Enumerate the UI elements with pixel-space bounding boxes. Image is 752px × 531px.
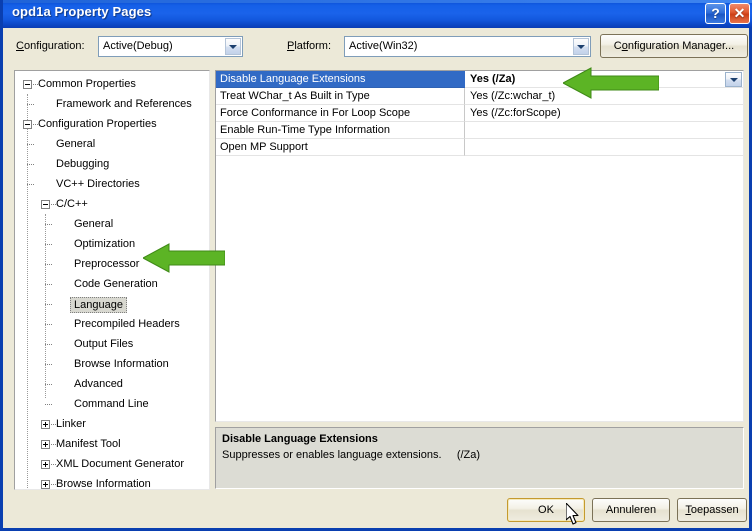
description-title: Disable Language Extensions: [222, 433, 378, 445]
tree-item-code-generation[interactable]: Code Generation: [74, 276, 158, 292]
property-name: Force Conformance in For Loop Scope: [216, 105, 465, 122]
tree-item-command-line[interactable]: Command Line: [74, 396, 149, 412]
tree-connector: [45, 284, 52, 286]
tree-item-preprocessor[interactable]: Preprocessor: [74, 256, 139, 272]
configuration-value: Active(Debug): [103, 40, 173, 52]
close-icon[interactable]: ✕: [729, 3, 750, 24]
tree-connector: [27, 164, 34, 166]
tree-connector: [45, 224, 52, 226]
tree-collapse-icon[interactable]: [23, 80, 32, 89]
tree-item-linker[interactable]: Linker: [56, 416, 86, 432]
tree-connector: [27, 104, 34, 106]
tree-item-optimization[interactable]: Optimization: [74, 236, 135, 252]
ok-button[interactable]: OK: [507, 498, 585, 522]
tree-item-language[interactable]: Language: [70, 297, 127, 313]
property-row[interactable]: Force Conformance in For Loop ScopeYes (…: [216, 105, 743, 122]
property-value[interactable]: Yes (/Zc:forScope): [465, 105, 743, 122]
tree-item-common-properties[interactable]: Common Properties: [38, 76, 136, 92]
tree-connector: [27, 94, 29, 490]
property-value[interactable]: Yes (/Zc:wchar_t): [465, 88, 743, 105]
tree-expand-icon[interactable]: [41, 420, 50, 429]
property-grid[interactable]: Open MP SupportEnable Run-Time Type Info…: [215, 70, 744, 422]
property-name: Treat WChar_t As Built in Type: [216, 88, 465, 105]
tree-item-advanced[interactable]: Advanced: [74, 376, 123, 392]
configuration-manager-button[interactable]: Configuration Manager...: [600, 34, 748, 58]
configuration-label: Configuration:: [16, 40, 85, 52]
tree-item-precompiled-headers[interactable]: Precompiled Headers: [74, 316, 180, 332]
tree-item-vc-directories[interactable]: VC++ Directories: [56, 176, 140, 192]
tree-connector: [45, 364, 52, 366]
properties-tree[interactable]: Common Properties Framework and Reference…: [14, 70, 210, 490]
property-row[interactable]: Enable Run-Time Type Information: [216, 122, 743, 139]
chevron-down-icon[interactable]: [225, 38, 241, 55]
property-pages-dialog: opd1a Property Pages ? ✕ Configuration: …: [0, 0, 752, 531]
property-name: Disable Language Extensions: [216, 71, 465, 88]
tree-item-framework-and-references[interactable]: Framework and References: [56, 96, 192, 112]
property-value[interactable]: [465, 122, 743, 139]
tree-collapse-icon[interactable]: [23, 120, 32, 129]
configuration-select[interactable]: Active(Debug): [98, 36, 243, 57]
configuration-toolbar: Configuration: Active(Debug) Platform: A…: [6, 28, 752, 64]
tree-connector: [45, 264, 52, 266]
tree-item-browse-information[interactable]: Browse Information: [56, 476, 151, 490]
platform-select[interactable]: Active(Win32): [344, 36, 591, 57]
tree-expand-icon[interactable]: [41, 440, 50, 449]
tree-item-output-files[interactable]: Output Files: [74, 336, 133, 352]
tree-connector: [45, 214, 47, 398]
tree-item-general[interactable]: General: [56, 136, 95, 152]
property-row[interactable]: Treat WChar_t As Built in TypeYes (/Zc:w…: [216, 88, 743, 105]
tree-item-configuration-properties[interactable]: Configuration Properties: [38, 116, 157, 132]
value-chevron-down-icon[interactable]: [725, 72, 742, 87]
tree-item-c-c[interactable]: C/C++: [56, 196, 88, 212]
tree-connector: [45, 384, 52, 386]
tree-item-general[interactable]: General: [74, 216, 113, 232]
description-pane: Disable Language Extensions Suppresses o…: [215, 427, 744, 489]
platform-value: Active(Win32): [349, 40, 417, 52]
property-row[interactable]: Open MP Support: [216, 139, 743, 156]
property-name: Open MP Support: [216, 139, 465, 156]
tree-connector: [45, 304, 52, 306]
property-value[interactable]: Yes (/Za): [465, 71, 743, 88]
tree-expand-icon[interactable]: [41, 480, 50, 489]
description-text: Suppresses or enables language extension…: [222, 449, 480, 461]
title-bar: opd1a Property Pages ? ✕: [3, 0, 752, 28]
apply-button[interactable]: Toepassen: [677, 498, 747, 522]
window-title: opd1a Property Pages: [12, 4, 151, 19]
tree-connector: [45, 324, 52, 326]
cancel-button[interactable]: Annuleren: [592, 498, 670, 522]
property-name: Enable Run-Time Type Information: [216, 122, 465, 139]
tree-connector: [27, 144, 34, 146]
platform-label: Platform:: [287, 40, 331, 52]
tree-collapse-icon[interactable]: [41, 200, 50, 209]
tree-item-browse-information[interactable]: Browse Information: [74, 356, 169, 372]
tree-item-manifest-tool[interactable]: Manifest Tool: [56, 436, 121, 452]
property-row[interactable]: Disable Language ExtensionsYes (/Za): [216, 71, 743, 88]
chevron-down-icon[interactable]: [573, 38, 589, 55]
tree-item-debugging[interactable]: Debugging: [56, 156, 109, 172]
tree-item-xml-document-generator[interactable]: XML Document Generator: [56, 456, 184, 472]
tree-connector: [27, 184, 34, 186]
property-value[interactable]: [465, 139, 743, 156]
tree-connector: [45, 244, 52, 246]
tree-connector: [45, 344, 52, 346]
tree-connector: [45, 404, 52, 406]
help-icon[interactable]: ?: [705, 3, 726, 24]
tree-expand-icon[interactable]: [41, 460, 50, 469]
